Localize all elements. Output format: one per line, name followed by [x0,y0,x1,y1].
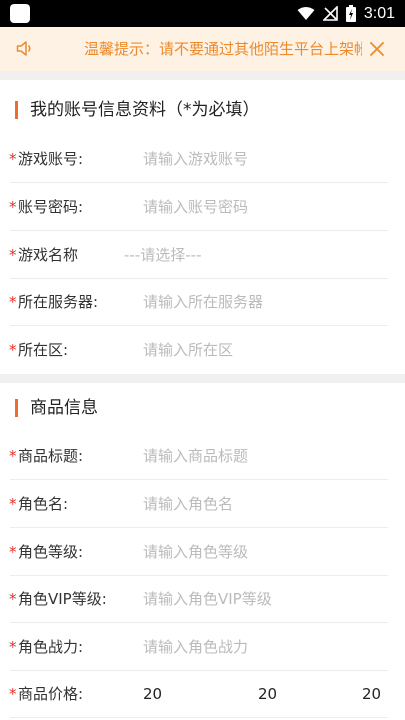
role-level-input[interactable]: 请输入角色等级 [143,528,248,576]
required-mark: * [9,590,17,608]
zone-row[interactable]: * 所在区: 请输入所在区 [0,326,405,374]
required-mark: * [9,495,17,513]
role-power-input[interactable]: 请输入角色战力 [143,623,248,671]
required-mark: * [9,293,17,311]
field-label: 游戏账号: [18,150,84,168]
product-title-input[interactable]: 请输入商品标题 [143,432,248,480]
field-label: 角色战力: [18,638,84,656]
app-notification-icon [10,4,30,23]
game-name-row[interactable]: * 游戏名称 ---请选择--- [0,231,405,279]
close-icon[interactable] [368,40,386,58]
required-mark: * [9,638,17,656]
status-bar: 3:01 [0,0,405,27]
price-input-3[interactable]: 20 [362,670,381,718]
speaker-icon [16,41,31,56]
row-divider [10,717,388,718]
product-title-row[interactable]: * 商品标题: 请输入商品标题 [0,432,405,480]
field-label: 游戏名称 [18,246,79,264]
field-label: 角色等级: [18,543,84,561]
price-input-2[interactable]: 20 [258,670,277,718]
field-label: 商品标题: [18,447,84,465]
section-divider [0,71,405,80]
required-mark: * [9,341,17,359]
account-password-row[interactable]: * 账号密码: 请输入账号密码 [0,183,405,231]
product-section-header: 商品信息 [0,384,405,432]
section-divider [0,374,405,383]
role-vip-level-row[interactable]: * 角色VIP等级: 请输入角色VIP等级 [0,575,405,623]
required-mark: * [9,246,17,264]
notice-banner: 温馨提示：请不要通过其他陌生平台上架帐号，谨防上当受骗 [0,27,405,71]
game-name-select[interactable]: ---请选择--- [124,231,201,279]
section-accent-bar [15,101,18,119]
server-row[interactable]: * 所在服务器: 请输入所在服务器 [0,278,405,326]
required-mark: * [9,150,17,168]
account-section-header: 我的账号信息资料（*为必填） [0,86,405,134]
account-section-title: 我的账号信息资料（*为必填） [30,100,260,120]
status-time: 3:01 [363,4,395,22]
notice-text: 温馨提示：请不要通过其他陌生平台上架帐号，谨防上当受骗 [84,40,362,58]
role-name-row[interactable]: * 角色名: 请输入角色名 [0,480,405,528]
zone-input[interactable]: 请输入所在区 [143,326,233,374]
wifi-icon [297,7,315,20]
product-price-row[interactable]: * 商品价格: 20 20 20 [0,670,405,718]
battery-charging-icon [345,5,356,22]
section-accent-bar [15,399,18,417]
field-label: 商品价格: [18,685,84,703]
role-power-row[interactable]: * 角色战力: 请输入角色战力 [0,623,405,671]
role-level-row[interactable]: * 角色等级: 请输入角色等级 [0,528,405,576]
role-vip-level-input[interactable]: 请输入角色VIP等级 [143,575,272,623]
game-account-input[interactable]: 请输入游戏账号 [143,135,248,183]
required-mark: * [9,198,17,216]
account-password-input[interactable]: 请输入账号密码 [143,183,248,231]
required-mark: * [9,685,17,703]
field-label: 账号密码: [18,198,84,216]
required-mark: * [9,543,17,561]
field-label: 角色VIP等级: [18,590,107,608]
field-label: 所在服务器: [18,293,99,311]
no-signal-icon [322,6,338,21]
field-label: 角色名: [18,495,69,513]
field-label: 所在区: [18,341,69,359]
role-name-input[interactable]: 请输入角色名 [143,480,233,528]
required-mark: * [9,447,17,465]
price-input-1[interactable]: 20 [143,670,162,718]
game-account-row[interactable]: * 游戏账号: 请输入游戏账号 [0,135,405,183]
server-input[interactable]: 请输入所在服务器 [143,278,263,326]
product-section-title: 商品信息 [30,398,98,418]
